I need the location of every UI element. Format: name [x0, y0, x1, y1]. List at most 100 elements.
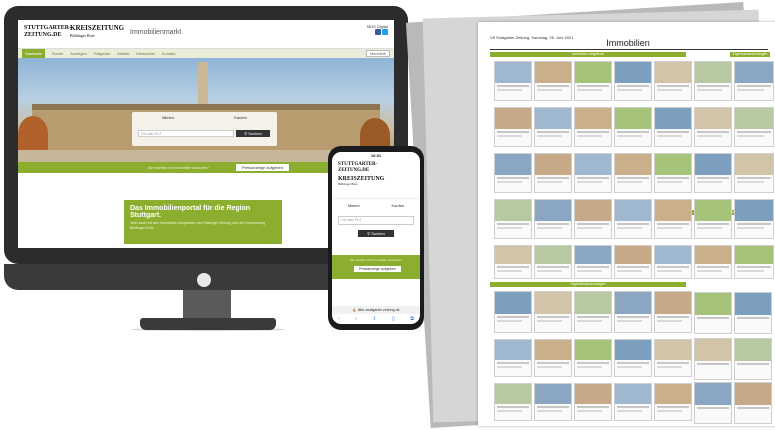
classified-ad	[534, 383, 572, 421]
classified-ad	[534, 339, 572, 377]
classified-ad	[614, 153, 652, 193]
classified-ad	[734, 338, 772, 380]
search-box: Mieten Kaufen Ort oder PLZ ⚲ Suchen	[132, 112, 277, 146]
classified-ad	[734, 199, 774, 239]
classified-ad	[574, 61, 612, 101]
classified-ad	[534, 291, 572, 333]
portal-title: Immobilienmarkt	[130, 29, 182, 36]
power-button-icon	[197, 273, 211, 287]
facebook-icon[interactable]	[375, 29, 381, 35]
nav-item-ratgeber[interactable]: Ratgeber	[94, 51, 110, 56]
nav-item-startseite[interactable]: Startseite	[22, 49, 45, 58]
phone-stz-logo[interactable]: STUTTGARTER- ZEITUNG.DE	[338, 162, 420, 174]
classified-ad	[654, 61, 692, 101]
site-header: STUTTGARTER- ZEITUNG.DE KREISZEITUNG Böb…	[18, 20, 394, 49]
share-icon[interactable]: ⇪	[372, 316, 376, 322]
classified-ad	[614, 339, 652, 377]
main-nav: Startseite Suche Anzeigen Ratgeber Makle…	[18, 49, 394, 58]
classified-ad	[534, 245, 572, 279]
promo-text: Jetzt auch mit den Immobilien-Angeboten …	[130, 221, 266, 230]
classified-ad	[614, 383, 652, 421]
classified-ad	[534, 107, 572, 147]
classified-ad	[574, 339, 612, 377]
classified-ad	[734, 61, 774, 101]
nav-item-anzeigen[interactable]: Anzeigen	[70, 51, 87, 56]
phone-tab-mieten[interactable]: Mieten	[348, 203, 360, 208]
classified-ad	[734, 153, 774, 193]
sell-bar-button[interactable]: Preisanzeige aufgeben	[236, 164, 289, 171]
tabs-icon[interactable]: ⧉	[410, 316, 414, 322]
search-input[interactable]: Ort oder PLZ	[138, 130, 234, 137]
classified-ad	[694, 61, 732, 101]
phone-search-button[interactable]: ⚲ Suchen	[358, 230, 394, 237]
classified-ad	[494, 291, 532, 333]
classified-ad	[694, 292, 732, 334]
promo-title: Das Immobilienportal für die Region Stut…	[130, 205, 251, 219]
classified-ad	[494, 153, 532, 193]
phone-sell-bar: Sie möchten Ihre Immobilie verkaufen? Pr…	[332, 255, 420, 279]
phone-url-text: tiller-stuttgarter-zeitung.de	[357, 308, 400, 312]
classified-ad	[534, 61, 572, 101]
classified-ad	[614, 61, 652, 101]
phone-search-tabs: Mieten Kaufen	[332, 198, 420, 208]
classified-ad	[574, 199, 612, 239]
classified-ad	[734, 245, 774, 279]
stz-logo[interactable]: STUTTGARTER- ZEITUNG.DE	[24, 25, 71, 39]
classified-ad	[694, 245, 732, 279]
tab-kaufen[interactable]: Kaufen	[234, 115, 247, 120]
classified-ad	[574, 383, 612, 421]
classified-ad	[494, 199, 532, 239]
classified-ad	[654, 291, 692, 333]
classified-ad	[694, 199, 732, 239]
classified-ad	[614, 291, 652, 333]
promo-banner: Das Immobilienportal für die Region Stut…	[124, 200, 282, 244]
classified-ad	[494, 383, 532, 421]
phone-tab-kaufen[interactable]: Kaufen	[391, 203, 404, 208]
tab-mieten[interactable]: Mieten	[162, 115, 174, 120]
search-tabs: Mieten Kaufen	[132, 112, 277, 120]
classified-ad	[614, 107, 652, 147]
nav-item-makler[interactable]: Makler	[117, 51, 129, 56]
search-button[interactable]: ⚲ Suchen	[236, 130, 270, 137]
phone-sell-text: Sie möchten Ihre Immobilie verkaufen?	[349, 258, 403, 262]
nav-item-suche[interactable]: Suche	[52, 51, 63, 56]
classified-ad	[654, 153, 692, 193]
newspaper-section-band: Eigentumswohnungen	[730, 52, 770, 57]
classified-ad	[654, 245, 692, 279]
newspaper-title: Immobilien	[606, 38, 650, 48]
classified-ad	[534, 199, 572, 239]
tree-graphic	[18, 116, 48, 152]
phone-search-input[interactable]: Ort oder PLZ	[338, 216, 414, 225]
classified-ad	[574, 245, 612, 279]
search-button-label: Suchen	[248, 131, 262, 136]
newspaper-section-band: Eigentumswohnungen	[490, 282, 686, 287]
back-icon[interactable]: ‹	[338, 316, 340, 322]
kz-logo-sub: Böblinger Bote	[70, 33, 95, 38]
phone-browser-toolbar: ‹ › ⇪ ▯ ⧉	[338, 316, 414, 322]
classified-ad	[494, 245, 532, 279]
nav-item-kontakt[interactable]: Kontakt	[162, 51, 176, 56]
classified-ad	[694, 107, 732, 147]
classified-ad	[734, 382, 772, 424]
kreiszeitung-logo[interactable]: KREISZEITUNG Böblinger Bote	[70, 25, 124, 39]
classified-ad	[694, 153, 732, 193]
merkliste-button[interactable]: Merkliste	[365, 50, 390, 57]
classified-ad	[614, 245, 652, 279]
classified-ad	[614, 199, 652, 239]
nav-item-merkzettel[interactable]: Merkzettel	[136, 51, 154, 56]
classified-ad	[494, 339, 532, 377]
smartphone: 10:31 STUTTGARTER- ZEITUNG.DE KREISZEITU…	[328, 146, 424, 330]
sell-bar-text: Sie möchten Ihre Immobilie verkaufen?	[148, 166, 209, 170]
header-right: MHS Digital	[367, 24, 388, 36]
phone-sell-button[interactable]: Preisanzeige aufgeben	[354, 266, 401, 272]
newspaper-section-band: Immobilien angebote	[490, 52, 686, 57]
phone-url-bar[interactable]: 🔒 tiller-stuttgarter-zeitung.de	[332, 306, 420, 314]
twitter-icon[interactable]	[382, 29, 388, 35]
classified-ad	[574, 291, 612, 333]
phone-search-button-label: Suchen	[371, 231, 385, 236]
forward-icon[interactable]: ›	[355, 316, 357, 322]
bookmarks-icon[interactable]: ▯	[392, 316, 395, 322]
classified-ad	[694, 382, 732, 424]
monitor-stand	[140, 318, 276, 330]
classified-ad	[494, 107, 532, 147]
